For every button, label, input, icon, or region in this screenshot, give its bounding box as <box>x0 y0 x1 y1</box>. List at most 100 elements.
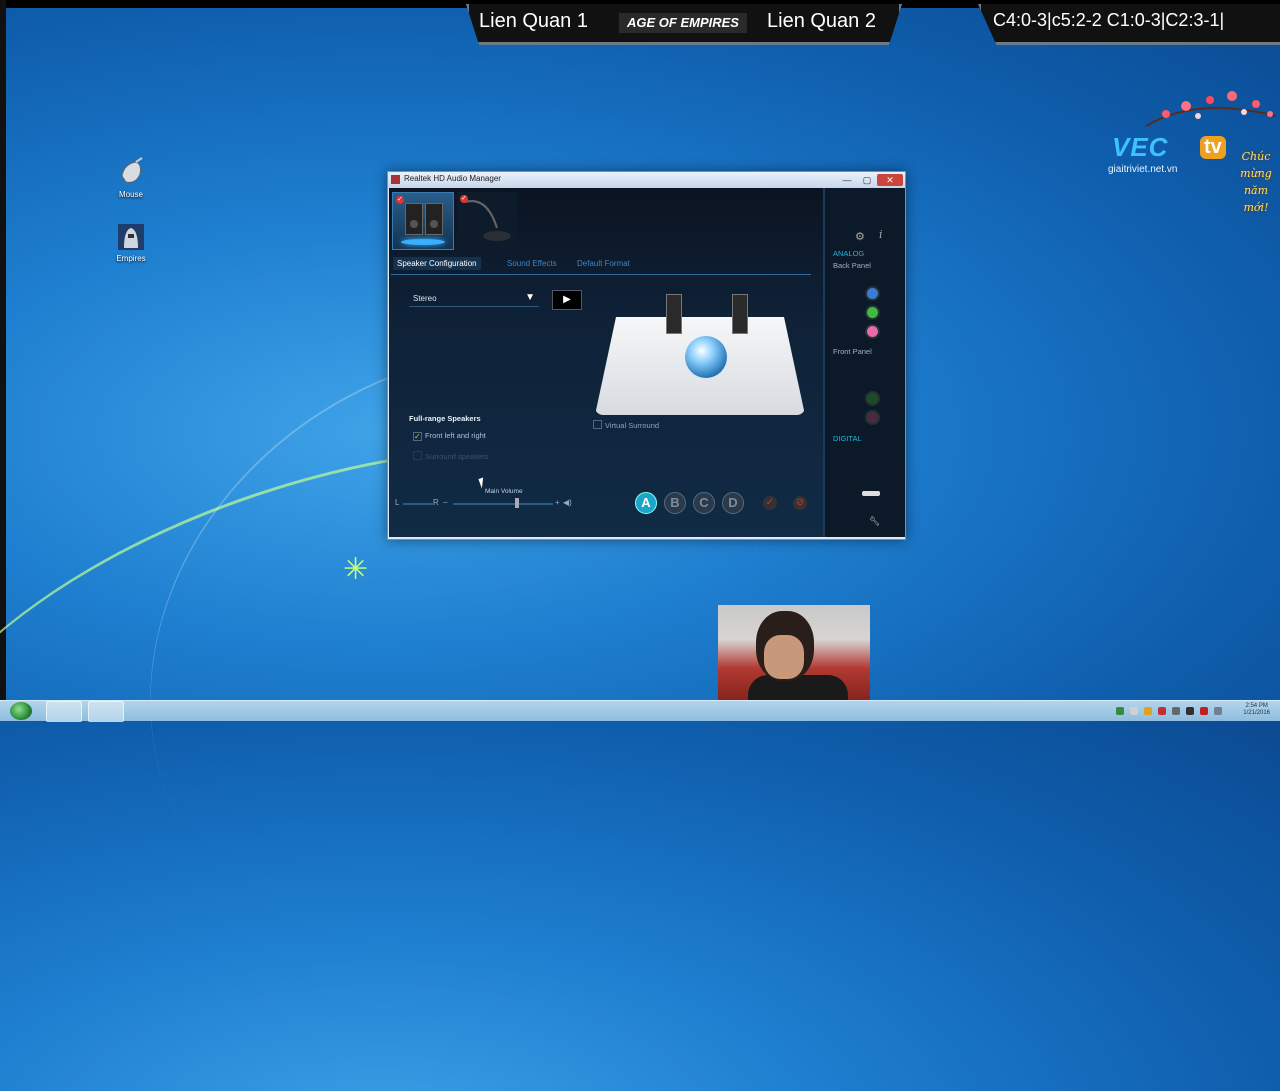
main-volume-control: L R Main Volume − + ◀) <box>393 488 583 518</box>
realtek-app-icon <box>391 175 400 184</box>
tray-network-icon[interactable] <box>1116 707 1124 715</box>
taskbar-app-empires[interactable] <box>46 701 82 722</box>
webcam-face <box>764 635 804 679</box>
option-surround-speakers[interactable]: Surround speakers <box>413 451 488 461</box>
wallpaper-star-icon: ✳ <box>343 553 369 586</box>
tray-icon[interactable] <box>1144 707 1152 715</box>
window-title: Realtek HD Audio Manager <box>404 174 501 183</box>
jack-front-pink-icon[interactable] <box>865 410 880 425</box>
jack-front-green-icon[interactable] <box>865 391 880 406</box>
tray-icon[interactable] <box>1158 707 1166 715</box>
tab-default-format[interactable]: Default Format <box>577 259 630 268</box>
scoreboard-results: C4:0-3|c5:2-2 C1:0-3|C2:3-1| <box>978 4 1280 45</box>
virtual-surround-option[interactable]: Virtual Surround <box>593 420 659 430</box>
back-panel-label: Back Panel <box>833 261 871 270</box>
clock-date: 1/21/2016 <box>1243 710 1270 716</box>
minimize-button[interactable]: — <box>837 174 857 186</box>
vec-site: giaitriviet.net.vn <box>1108 164 1178 175</box>
jack-blue-icon[interactable] <box>865 286 880 301</box>
front-panel-label: Front Panel <box>833 347 872 356</box>
tab-speaker-configuration[interactable]: Speaker Configuration <box>393 257 481 270</box>
wrench-icon[interactable]: 🔧︎ <box>869 516 880 527</box>
close-button[interactable]: ✕ <box>877 174 903 186</box>
full-range-heading: Full-range Speakers <box>409 414 481 423</box>
stage-speaker-left[interactable] <box>666 294 682 334</box>
checkbox-unchecked[interactable] <box>593 420 602 429</box>
connector-side-panel: ⚙ i ANALOG Back Panel Front Panel DIGITA… <box>823 188 905 537</box>
score-results: C4:0-3|c5:2-2 C1:0-3|C2:3-1| <box>993 10 1225 30</box>
device-tab-microphone[interactable]: ✓ <box>457 192 517 248</box>
listener-sphere <box>685 336 727 378</box>
option-label: Front left and right <box>425 431 486 440</box>
vec-tv-logo: VEC tv giaitriviet.net.vn Chúc mừng năm … <box>1106 86 1280 222</box>
taskbar: 2:54 PM 1/21/2016 <box>0 700 1280 722</box>
profile-a-button[interactable]: A <box>635 492 657 514</box>
desktop-icon-label: Empires <box>116 254 146 263</box>
tray-icon[interactable] <box>1186 707 1194 715</box>
balance-left-label: L <box>395 498 400 507</box>
play-icon: ▶ <box>563 294 571 305</box>
profile-c-button[interactable]: C <box>693 492 715 514</box>
desktop-icon-label: Mouse <box>118 190 143 199</box>
option-front-left-right[interactable]: ✓ Front left and right <box>413 431 486 441</box>
start-button[interactable] <box>10 702 32 720</box>
digital-label: DIGITAL <box>833 434 862 443</box>
cancel-icon[interactable]: ⊘ <box>793 496 807 510</box>
left-edge <box>0 0 6 720</box>
stage-speaker-right[interactable] <box>732 294 748 334</box>
tv-badge: tv <box>1200 136 1226 159</box>
vec-brand: VEC <box>1112 132 1169 162</box>
new-year-greeting: Chúc mừng năm mới! <box>1240 150 1272 214</box>
info-icon[interactable]: i <box>879 228 883 241</box>
desktop-icon-mouse[interactable]: Mouse <box>106 156 156 199</box>
config-tabs: Speaker Configuration Sound Effects Defa… <box>391 256 811 275</box>
balance-slider[interactable] <box>403 503 433 505</box>
digital-port-icon[interactable] <box>862 491 880 496</box>
speaker-right-icon <box>425 203 443 235</box>
team2-name: Lien Quan 2 <box>767 10 876 32</box>
ok-check-icon[interactable]: ✓ <box>763 496 777 510</box>
default-device-check-icon: ✓ <box>460 195 468 203</box>
play-test-button[interactable]: ▶ <box>552 290 582 310</box>
team1-name: Lien Quan 1 <box>479 10 588 32</box>
window-body: ✓ ✓ msi Speaker Configuration Sound Effe… <box>389 188 905 537</box>
taskbar-app-realtek[interactable] <box>88 701 124 722</box>
volume-slider[interactable] <box>453 503 553 505</box>
speaker-config-dropdown[interactable]: Stereo ▼ <box>409 292 539 307</box>
window-titlebar[interactable]: Realtek HD Audio Manager — ▢ ✕ <box>388 172 905 188</box>
taskbar-clock[interactable]: 2:54 PM 1/21/2016 <box>1243 703 1270 717</box>
maximize-button[interactable]: ▢ <box>857 174 877 186</box>
mouse-icon <box>114 156 148 190</box>
empires-game-icon <box>114 220 148 254</box>
tray-icon[interactable] <box>1172 707 1180 715</box>
option-label: Surround speakers <box>425 452 489 461</box>
tab-sound-effects[interactable]: Sound Effects <box>507 259 557 268</box>
checkbox-checked[interactable]: ✓ <box>413 432 422 441</box>
speaker-mute-icon[interactable]: ◀) <box>563 498 572 507</box>
age-of-empires-logo: AGE OF EMPIRES <box>619 13 747 33</box>
jack-green-icon[interactable] <box>865 305 880 320</box>
volume-plus-icon: + <box>555 498 560 507</box>
default-device-check-icon: ✓ <box>396 196 404 204</box>
speaker-config-value: Stereo <box>413 294 437 303</box>
analog-label: ANALOG <box>833 249 865 258</box>
volume-minus-icon: − <box>443 498 448 507</box>
virtual-surround-label: Virtual Surround <box>605 421 660 430</box>
realtek-audio-manager-window[interactable]: Realtek HD Audio Manager — ▢ ✕ ✓ ✓ msi S… <box>387 171 906 540</box>
profile-d-button[interactable]: D <box>722 492 744 514</box>
tray-icon[interactable] <box>1130 707 1138 715</box>
gear-icon[interactable]: ⚙ <box>855 230 865 243</box>
speaker-left-icon <box>405 203 423 235</box>
tray-icon[interactable] <box>1200 707 1208 715</box>
scoreboard-main: Lien Quan 1 AGE OF EMPIRES Lien Quan 2 <box>466 4 902 45</box>
volume-slider-thumb[interactable] <box>515 498 519 508</box>
main-volume-label: Main Volume <box>485 488 523 495</box>
checkbox-unchecked[interactable] <box>413 451 422 460</box>
chevron-down-icon: ▼ <box>525 292 535 303</box>
tray-volume-icon[interactable] <box>1214 707 1222 715</box>
desktop-icon-empires[interactable]: Empires <box>106 220 156 263</box>
balance-right-label: R <box>433 498 439 507</box>
jack-pink-icon[interactable] <box>865 324 880 339</box>
profile-b-button[interactable]: B <box>664 492 686 514</box>
device-tab-speakers[interactable]: ✓ <box>392 192 454 250</box>
